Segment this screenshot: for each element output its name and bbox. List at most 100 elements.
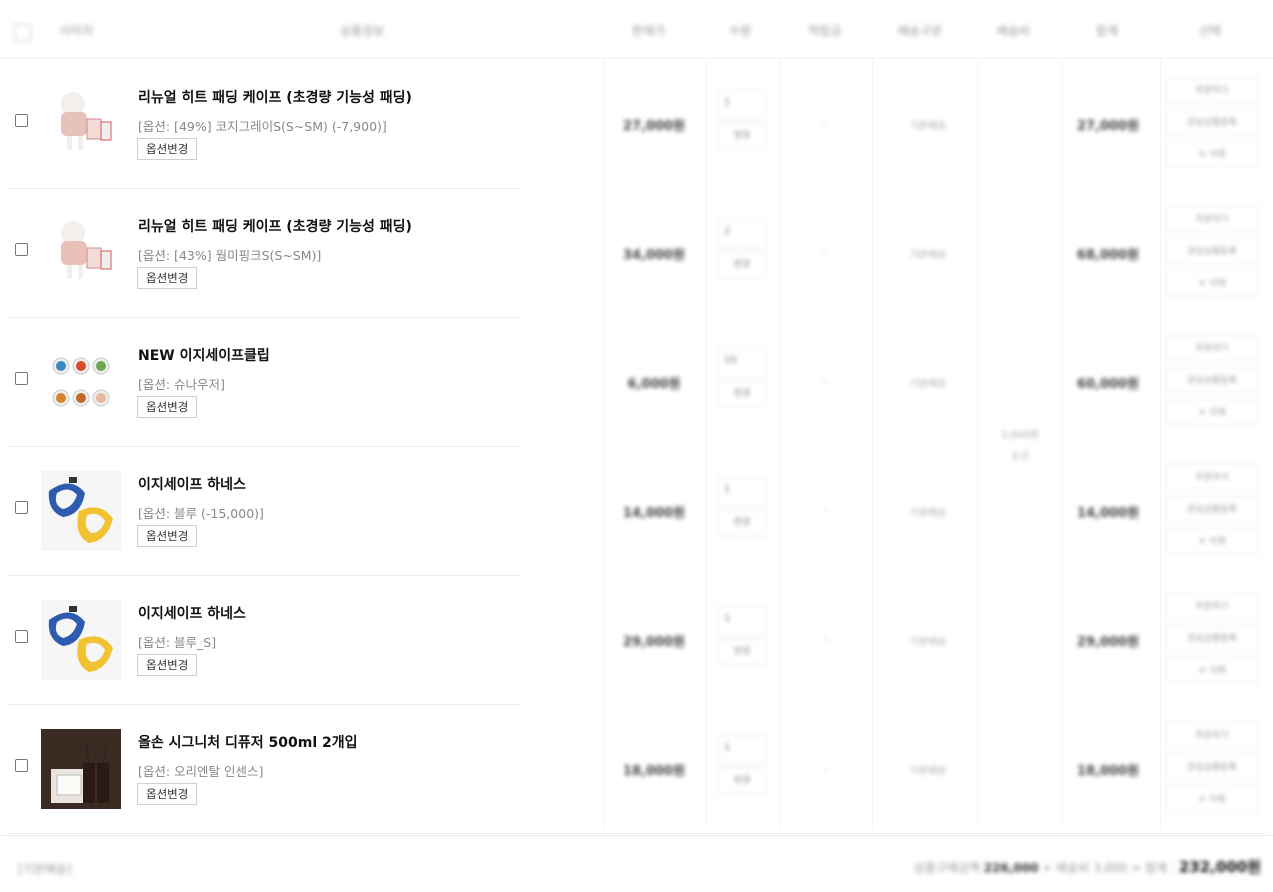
order-button[interactable]: 주문하기 (1165, 593, 1259, 619)
cart-row: 리뉴얼 히트 패딩 케이프 (초경량 기능성 패딩) [옵션: [43%] 웜미… (8, 189, 1265, 318)
quantity-input[interactable]: 1 (717, 90, 767, 120)
header-qty: 수량 (729, 24, 752, 38)
quantity-change-button[interactable]: 변경 (717, 252, 767, 278)
product-name[interactable]: NEW 이지세이프클립 (138, 345, 270, 365)
delete-button[interactable]: ✕ 삭제 (1165, 399, 1259, 425)
row-total: 14,000원 (1076, 506, 1140, 521)
delivery-type: 기본배송 (909, 250, 947, 261)
row-checkbox[interactable] (15, 114, 28, 127)
delete-button[interactable]: ✕ 삭제 (1165, 528, 1259, 554)
product-image[interactable] (41, 471, 121, 551)
product-name[interactable]: 올손 시그니처 디퓨저 500ml 2개입 (138, 732, 358, 752)
order-button[interactable]: 주문하기 (1165, 335, 1259, 361)
header-select: 선택 (1199, 24, 1222, 38)
quantity-change-button[interactable]: 변경 (717, 123, 767, 149)
order-button[interactable]: 주문하기 (1165, 464, 1259, 490)
header-points: 적립금 (808, 24, 842, 38)
unit-price: 27,000원 (622, 119, 686, 134)
summary-line: 상품구매금액 226,000 + 배송비 3,000 = 합계 : 232,00… (913, 858, 1261, 876)
header-fee: 배송비 (997, 24, 1031, 38)
quantity-change-button[interactable]: 변경 (717, 768, 767, 794)
product-option: [옵션: [49%] 코지그레이S(S~SM) (-7,900)] (138, 119, 387, 134)
unit-price: 14,000원 (622, 506, 686, 521)
option-change-button[interactable]: 옵션변경 (137, 654, 198, 676)
wishlist-button[interactable]: 관심상품등록 (1165, 625, 1259, 651)
shipping-fee: 3,000원 조건 (1001, 430, 1039, 463)
quantity-change-button[interactable]: 변경 (717, 639, 767, 665)
order-button[interactable]: 주문하기 (1165, 206, 1259, 232)
delete-button[interactable]: ✕ 삭제 (1165, 141, 1259, 167)
row-checkbox[interactable] (15, 501, 28, 514)
wishlist-button[interactable]: 관심상품등록 (1165, 367, 1259, 393)
product-image[interactable] (41, 342, 121, 422)
delete-button[interactable]: ✕ 삭제 (1165, 786, 1259, 812)
row-total: 60,000원 (1076, 377, 1140, 392)
product-image[interactable] (41, 600, 121, 680)
delivery-type: 기본배송 (909, 766, 947, 777)
row-checkbox[interactable] (15, 372, 28, 385)
delivery-type: 기본배송 (909, 508, 947, 519)
option-change-button[interactable]: 옵션변경 (137, 138, 198, 160)
points-value: - (823, 117, 827, 130)
quantity-input[interactable]: 10 (717, 348, 767, 378)
wishlist-button[interactable]: 관심상품등록 (1165, 238, 1259, 264)
header-price: 판매가 (632, 24, 666, 38)
row-total: 29,000원 (1076, 635, 1140, 650)
option-change-button[interactable]: 옵션변경 (137, 396, 198, 418)
quantity-input[interactable]: 1 (717, 606, 767, 636)
delete-button[interactable]: ✕ 삭제 (1165, 657, 1259, 683)
cart-row: 이지세이프 하네스 [옵션: 블루 (-15,000)] 옵션변경 14,000… (8, 447, 1265, 576)
quantity-input[interactable]: 2 (717, 219, 767, 249)
product-image[interactable] (41, 213, 121, 293)
points-value: - (823, 504, 827, 517)
product-image[interactable] (41, 729, 121, 809)
wishlist-button[interactable]: 관심상품등록 (1165, 109, 1259, 135)
product-option: [옵션: 오리엔탈 인센스] (138, 764, 264, 779)
row-checkbox[interactable] (15, 630, 28, 643)
row-total: 68,000원 (1076, 248, 1140, 263)
points-value: - (823, 762, 827, 775)
product-option: [옵션: [43%] 웜미핑크S(S~SM)] (138, 248, 322, 263)
unit-price: 34,000원 (622, 248, 686, 263)
option-change-button[interactable]: 옵션변경 (137, 783, 198, 805)
quantity-change-button[interactable]: 변경 (717, 510, 767, 536)
option-change-button[interactable]: 옵션변경 (137, 267, 198, 289)
header-image: 이미지 (60, 24, 94, 38)
unit-price: 29,000원 (622, 635, 686, 650)
order-button[interactable]: 주문하기 (1165, 77, 1259, 103)
cart-table-header: 이미지 상품정보 판매가 수량 적립금 배송구분 배송비 합계 선택 (0, 0, 1273, 59)
delivery-group-label: [기본배송] (18, 862, 72, 876)
cart-row: NEW 이지세이프클립 [옵션: 슈나우저] 옵션변경 6,000원 10 변경… (8, 318, 1265, 447)
wishlist-button[interactable]: 관심상품등록 (1165, 496, 1259, 522)
product-name[interactable]: 이지세이프 하네스 (138, 474, 246, 494)
quantity-input[interactable]: 1 (717, 477, 767, 507)
product-option: [옵션: 블루 (-15,000)] (138, 506, 264, 521)
quantity-change-button[interactable]: 변경 (717, 381, 767, 407)
header-total: 합계 (1096, 24, 1119, 38)
points-value: - (823, 375, 827, 388)
row-checkbox[interactable] (15, 243, 28, 256)
product-name[interactable]: 리뉴얼 히트 패딩 케이프 (초경량 기능성 패딩) (138, 87, 412, 107)
select-all-checkbox[interactable] (14, 24, 31, 41)
wishlist-button[interactable]: 관심상품등록 (1165, 754, 1259, 780)
option-change-button[interactable]: 옵션변경 (137, 525, 198, 547)
product-name[interactable]: 이지세이프 하네스 (138, 603, 246, 623)
unit-price: 18,000원 (622, 764, 686, 779)
delete-button[interactable]: ✕ 삭제 (1165, 270, 1259, 296)
unit-price: 6,000원 (627, 377, 681, 392)
header-delivery: 배송구분 (898, 24, 943, 38)
points-value: - (823, 633, 827, 646)
product-name[interactable]: 리뉴얼 히트 패딩 케이프 (초경량 기능성 패딩) (138, 216, 412, 236)
cart-row: 리뉴얼 히트 패딩 케이프 (초경량 기능성 패딩) [옵션: [49%] 코지… (8, 60, 1265, 189)
cart-summary: [기본배송] 상품구매금액 226,000 + 배송비 3,000 = 합계 :… (0, 835, 1273, 892)
delivery-type: 기본배송 (909, 121, 947, 132)
row-total: 27,000원 (1076, 119, 1140, 134)
product-image[interactable] (41, 84, 121, 164)
delivery-type: 기본배송 (909, 379, 947, 390)
product-option: [옵션: 블루_S] (138, 635, 217, 650)
row-checkbox[interactable] (15, 759, 28, 772)
quantity-input[interactable]: 1 (717, 735, 767, 765)
cart-row: 이지세이프 하네스 [옵션: 블루_S] 옵션변경 29,000원 1 변경 -… (8, 576, 1265, 705)
order-button[interactable]: 주문하기 (1165, 722, 1259, 748)
cart-row: 올손 시그니처 디퓨저 500ml 2개입 [옵션: 오리엔탈 인센스] 옵션변… (8, 705, 1265, 834)
